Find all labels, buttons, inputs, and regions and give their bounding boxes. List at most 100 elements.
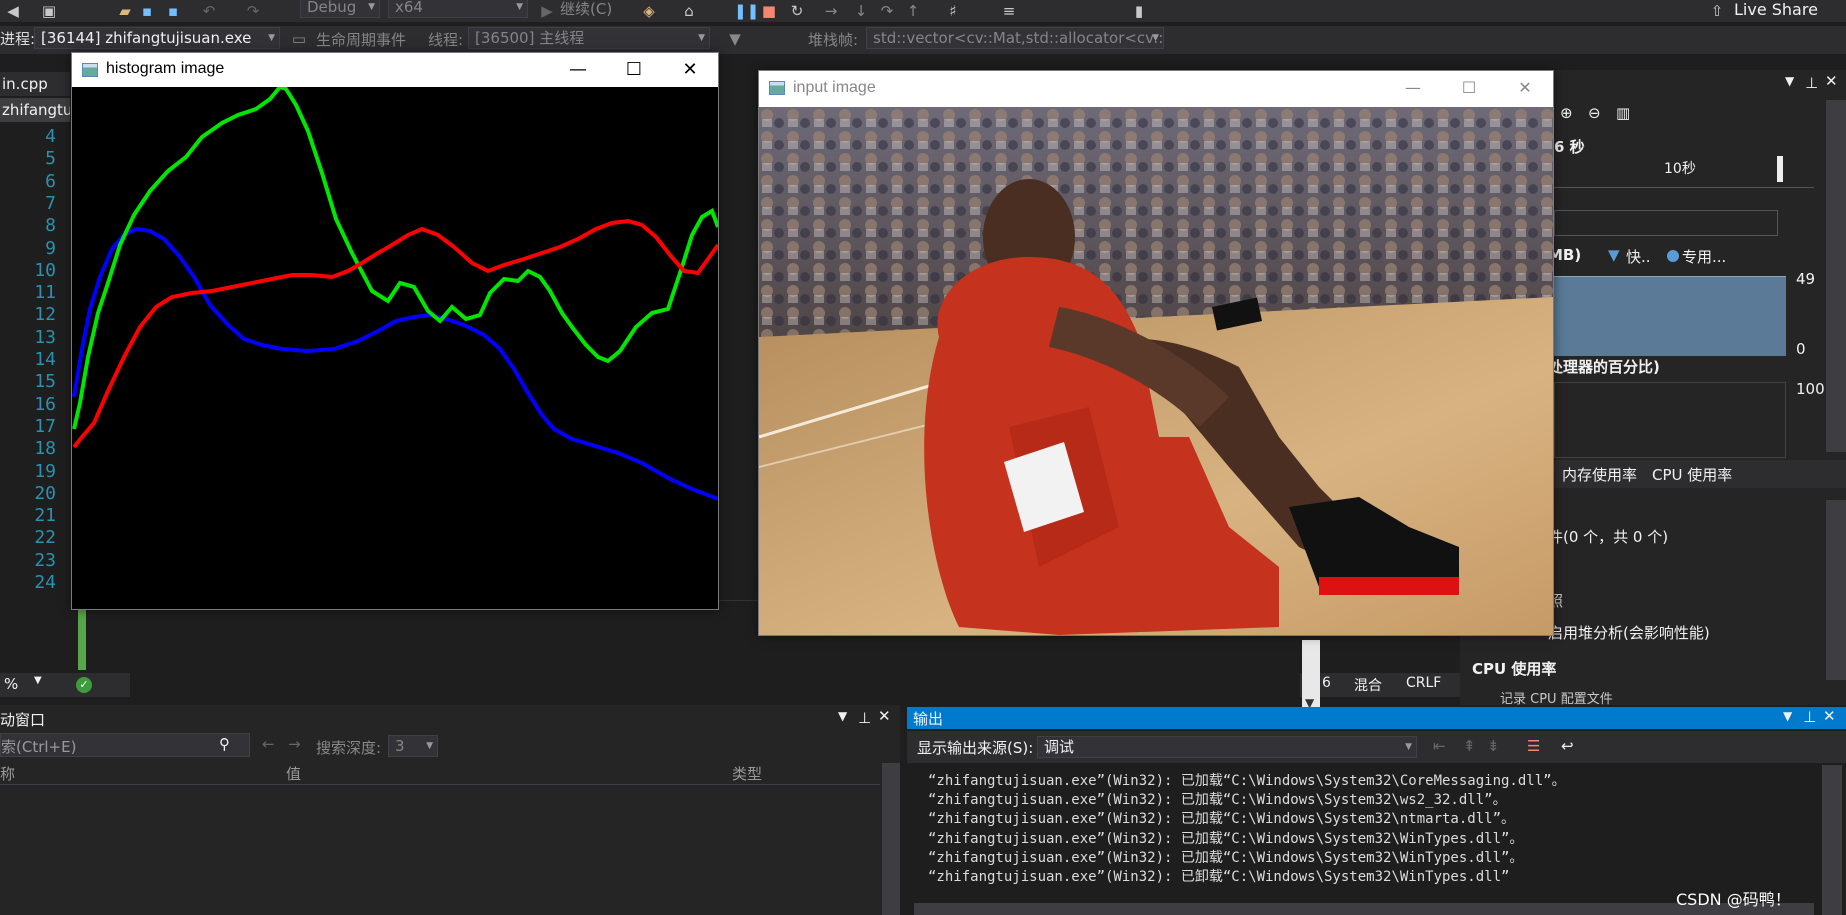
stackframe-select[interactable]: std::vector<cv::Mat,std::allocator<cv:: ▼ xyxy=(866,27,1164,49)
undo-icon[interactable]: ↶ xyxy=(200,2,218,20)
pin-icon[interactable]: ⊥ xyxy=(1805,74,1818,92)
ten-second-mark: 10秒 xyxy=(1664,161,1696,177)
autos-close-icon[interactable]: ✕ xyxy=(878,707,891,725)
line-number: 19 xyxy=(34,460,56,482)
tab-memory-usage[interactable]: 内存使用率 xyxy=(1562,464,1637,485)
panel-menu-icon[interactable]: ▼ xyxy=(1785,74,1794,88)
main-toolbar: ◀ ▣ ▰ ▪ ▪ ↶ ↷ Debug ▼ x64 ▼ ▶ 继续(C) ◈ ⌂ ❚❚… xyxy=(0,0,1846,22)
panel-scrollbar-lower[interactable] xyxy=(1826,500,1846,680)
thread-label: 线程: xyxy=(428,31,464,49)
save-icon[interactable]: ▪ xyxy=(138,2,156,20)
thread-icon[interactable]: ≡ xyxy=(1000,2,1018,20)
col-type[interactable]: 类型 xyxy=(732,763,762,784)
new-project-icon[interactable]: ▣ xyxy=(40,2,58,20)
close-icon[interactable]: ✕ xyxy=(1825,72,1838,90)
timeline-cursor[interactable] xyxy=(1777,156,1783,182)
record-cpu-profile[interactable]: 记录 CPU 配置文件 xyxy=(1500,688,1613,707)
input-title-bar[interactable]: input image — ☐ ✕ xyxy=(759,71,1553,107)
zoom-out-icon[interactable]: ⊖ xyxy=(1588,104,1601,122)
step-out-icon[interactable]: ↑ xyxy=(904,2,922,20)
open-folder-icon[interactable]: ▰ xyxy=(116,2,134,20)
restart-icon[interactable]: ↻ xyxy=(788,2,806,20)
bookmark-icon[interactable]: ▮ xyxy=(1130,2,1148,20)
output-close-icon[interactable]: ✕ xyxy=(1823,707,1836,725)
home-icon[interactable]: ⌂ xyxy=(680,2,698,20)
minimize-icon[interactable]: — xyxy=(1385,71,1441,105)
filter-icon[interactable]: ▼ xyxy=(726,30,744,48)
hex-icon[interactable]: ♯ xyxy=(944,2,962,20)
word-wrap-icon[interactable]: ↩ xyxy=(1561,737,1574,755)
output-menu-icon[interactable]: ▼ xyxy=(1783,709,1792,723)
process-select[interactable]: [36144] zhifangtujisuan.exe ▼ xyxy=(34,27,280,49)
line-number: 8 xyxy=(45,215,56,237)
line-ending-indicator[interactable]: CRLF xyxy=(1406,675,1441,691)
attach-icon[interactable]: ◈ xyxy=(640,2,658,20)
show-next-statement-icon[interactable]: → xyxy=(822,2,840,20)
editor-scrollbar[interactable]: ▼ xyxy=(1302,640,1320,716)
search-depth-select[interactable]: 3 ▼ xyxy=(388,735,438,757)
next-message-icon[interactable]: ⇟ xyxy=(1487,737,1500,755)
line-number: 15 xyxy=(34,371,56,393)
autos-pin-icon[interactable]: ⊥ xyxy=(858,709,871,727)
minimize-icon[interactable]: — xyxy=(550,53,606,87)
maximize-icon[interactable]: ☐ xyxy=(606,53,662,87)
chart-icon[interactable]: ▥ xyxy=(1616,104,1630,122)
output-source-select[interactable]: 调试 ▼ xyxy=(1037,736,1417,758)
output-line: “zhifangtujisuan.exe”(Win32): 已加载“C:\Win… xyxy=(928,830,1524,847)
encoding-indicator[interactable]: 混合 xyxy=(1354,675,1382,695)
clear-all-icon[interactable]: ☰ xyxy=(1527,737,1540,755)
autos-search-input[interactable]: 索(Ctrl+E) ⚲ xyxy=(0,733,250,757)
maximize-icon[interactable]: ☐ xyxy=(1441,71,1497,105)
lifecycle-icon[interactable]: ▭ xyxy=(290,30,308,48)
save-all-icon[interactable]: ▪ xyxy=(164,2,182,20)
line-number: 11 xyxy=(34,282,56,304)
prev-message-icon[interactable]: ⇞ xyxy=(1463,737,1476,755)
search-icon[interactable]: ⚲ xyxy=(219,735,230,753)
editor-status-bar: 6 混合 CRLF xyxy=(1300,673,1460,697)
config-select[interactable]: Debug ▼ xyxy=(300,0,380,18)
platform-select[interactable]: x64 ▼ xyxy=(388,0,528,18)
memory-graph xyxy=(1554,276,1786,356)
redo-icon[interactable]: ↷ xyxy=(244,2,262,20)
col-value[interactable]: 值 xyxy=(286,763,301,784)
step-into-icon[interactable]: ↓ xyxy=(852,2,870,20)
zoom-level[interactable]: % xyxy=(4,675,18,693)
line-number: 13 xyxy=(34,326,56,348)
close-icon[interactable]: ✕ xyxy=(662,53,718,87)
panel-scrollbar[interactable] xyxy=(1826,100,1846,452)
stop-icon[interactable]: ■ xyxy=(760,2,778,20)
autos-header-row: 称 值 类型 xyxy=(0,763,880,785)
play-icon[interactable]: ▶ xyxy=(538,2,556,20)
tab-main-cpp[interactable]: in.cpp xyxy=(0,72,70,96)
chevron-down-icon[interactable]: ▼ xyxy=(34,675,42,686)
input-image-photo xyxy=(759,107,1553,635)
enable-heap-profiling[interactable]: 启用堆分析(会影响性能) xyxy=(1548,622,1710,643)
continue-button[interactable]: 继续(C) xyxy=(560,0,612,19)
live-share-button[interactable]: Live Share xyxy=(1734,0,1818,19)
histogram-window[interactable]: histogram image — ☐ ✕ xyxy=(71,52,719,610)
autos-scrollbar[interactable] xyxy=(882,763,900,915)
autos-title: 动窗口 xyxy=(0,711,46,729)
step-over-icon[interactable]: ↷ xyxy=(878,2,896,20)
output-scrollbar[interactable] xyxy=(1822,765,1842,915)
zoom-in-icon[interactable]: ⊕ xyxy=(1560,104,1573,122)
output-pin-icon[interactable]: ⊥ xyxy=(1803,708,1816,726)
tab-cpu-usage[interactable]: CPU 使用率 xyxy=(1652,464,1732,485)
line-number: 9 xyxy=(45,237,56,259)
tab-project[interactable]: zhifangtuj xyxy=(0,98,70,122)
share-icon[interactable]: ⇧ xyxy=(1708,2,1726,20)
thread-select[interactable]: [36500] 主线程 ▼ xyxy=(468,27,710,49)
back-icon[interactable]: ◀ xyxy=(4,2,22,20)
autos-menu-icon[interactable]: ▼ xyxy=(838,709,847,723)
find-message-icon[interactable]: ⇤ xyxy=(1433,737,1446,755)
back-arrow-icon[interactable]: ← xyxy=(262,735,275,753)
forward-arrow-icon[interactable]: → xyxy=(288,735,301,753)
lifecycle-label[interactable]: 生命周期事件 xyxy=(316,29,406,50)
line-number: 20 xyxy=(34,482,56,504)
pause-icon[interactable]: ❚❚ xyxy=(734,2,759,20)
close-icon[interactable]: ✕ xyxy=(1497,71,1553,105)
input-image-window[interactable]: input image — ☐ ✕ xyxy=(758,70,1554,636)
col-name[interactable]: 称 xyxy=(0,763,15,784)
histogram-title-bar[interactable]: histogram image — ☐ ✕ xyxy=(72,53,718,87)
output-title: 输出 xyxy=(913,710,944,728)
